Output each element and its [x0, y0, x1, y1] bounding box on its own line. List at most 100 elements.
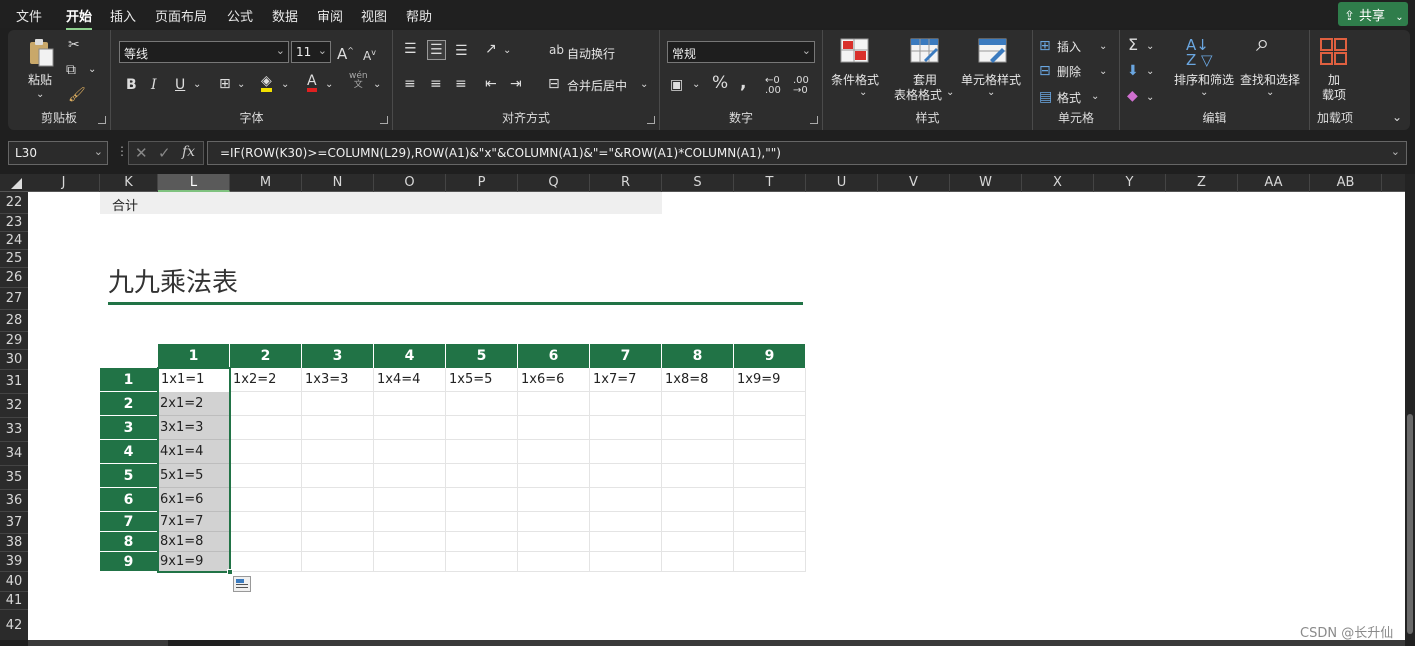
align-middle-icon[interactable]: ☰: [427, 40, 446, 60]
chevron-down-icon[interactable]: ⌄: [325, 78, 333, 92]
worksheet[interactable]: 合计 九九乘法表 1 2 3 4 5 6 7 8 9 1 2 3 4 5 6 7 8 9 2x1=2 3x1=3 4x1=4…: [28, 192, 1405, 642]
number-format-select[interactable]: 常规 ⌄: [667, 41, 815, 63]
fill-icon[interactable]: ⬇: [1127, 64, 1139, 78]
menu-page-layout[interactable]: 页面布局: [155, 6, 207, 25]
sheet-tab-area[interactable]: [28, 640, 168, 646]
column-header[interactable]: J: [28, 174, 100, 192]
chevron-down-icon[interactable]: ⌄: [1099, 65, 1107, 79]
wrap-text-button[interactable]: 自动换行: [567, 45, 615, 62]
column-header[interactable]: K: [100, 174, 158, 192]
clear-icon[interactable]: ◆: [1127, 89, 1138, 103]
row-header[interactable]: 27: [0, 288, 28, 310]
column-header[interactable]: P: [446, 174, 518, 192]
underline-icon[interactable]: U: [175, 78, 185, 92]
cancel-icon[interactable]: ✕: [135, 144, 148, 162]
chevron-down-icon[interactable]: ⌄: [373, 78, 381, 92]
align-left-icon[interactable]: ≡: [404, 77, 416, 91]
merge-center-button[interactable]: 合并后居中: [567, 77, 627, 94]
column-header[interactable]: L: [158, 174, 230, 192]
cell-styles-icon[interactable]: [978, 38, 1008, 66]
column-header[interactable]: N: [302, 174, 374, 192]
column-header[interactable]: R: [590, 174, 662, 192]
row-header[interactable]: 28: [0, 310, 28, 332]
column-header[interactable]: M: [230, 174, 302, 192]
orientation-icon[interactable]: ↗: [485, 42, 497, 56]
row-header[interactable]: 37: [0, 512, 28, 534]
format-as-table-icon[interactable]: [910, 38, 940, 66]
wrap-text-icon[interactable]: ab: [549, 43, 564, 57]
increase-font-icon[interactable]: A^: [337, 44, 354, 62]
align-top-icon[interactable]: ☰: [404, 42, 417, 56]
menu-formulas[interactable]: 公式: [227, 6, 253, 25]
dialog-launcher-icon[interactable]: [98, 116, 106, 124]
increase-decimal-icon[interactable]: ←0.00: [765, 76, 781, 96]
chevron-down-icon[interactable]: ⌄: [193, 78, 201, 92]
column-header[interactable]: U: [806, 174, 878, 192]
chevron-down-icon[interactable]: ⌄: [88, 63, 96, 77]
menu-help[interactable]: 帮助: [406, 6, 432, 25]
comma-style-icon[interactable]: ,: [740, 75, 746, 92]
font-name-select[interactable]: 等线 ⌄: [119, 41, 289, 63]
scroll-thumb[interactable]: [1407, 414, 1413, 634]
paste-button[interactable]: 粘贴: [28, 71, 52, 88]
row-header[interactable]: 36: [0, 490, 28, 512]
select-all-corner[interactable]: [0, 174, 28, 192]
row-header[interactable]: 24: [0, 232, 28, 250]
decrease-font-icon[interactable]: Av: [363, 46, 376, 63]
chevron-down-icon[interactable]: ⌄: [987, 86, 995, 100]
column-header[interactable]: S: [662, 174, 734, 192]
row-header[interactable]: 30: [0, 350, 28, 370]
share-button[interactable]: ⇪ 共享 ⌄: [1338, 2, 1408, 26]
accounting-format-icon[interactable]: ▣: [670, 78, 683, 92]
increase-indent-icon[interactable]: ⇥: [510, 77, 522, 91]
row-header[interactable]: 41: [0, 592, 28, 610]
more-options-icon[interactable]: ⋮: [116, 144, 128, 158]
menu-data[interactable]: 数据: [272, 6, 298, 25]
scroll-thumb-horizontal[interactable]: [240, 640, 1405, 646]
name-box[interactable]: L30 ⌄: [8, 141, 108, 165]
chevron-down-icon[interactable]: ⌄: [640, 78, 648, 92]
menu-view[interactable]: 视图: [361, 6, 387, 25]
font-size-select[interactable]: 11 ⌄: [291, 41, 331, 63]
column-header[interactable]: O: [374, 174, 446, 192]
sort-filter-icon[interactable]: A↓ Z ▽: [1186, 38, 1213, 68]
decrease-indent-icon[interactable]: ⇤: [485, 77, 497, 91]
align-bottom-icon[interactable]: ☰: [455, 44, 468, 58]
vertical-scrollbar[interactable]: [1405, 174, 1415, 642]
column-header[interactable]: T: [734, 174, 806, 192]
row-header[interactable]: 32: [0, 394, 28, 418]
paste-icon[interactable]: [26, 38, 56, 67]
column-header[interactable]: AA: [1238, 174, 1310, 192]
chevron-down-icon[interactable]: ⌄: [281, 78, 289, 92]
row-header[interactable]: 39: [0, 552, 28, 572]
menu-review[interactable]: 审阅: [317, 6, 343, 25]
conditional-formatting-icon[interactable]: [840, 38, 870, 66]
chevron-down-icon[interactable]: ⌄: [1200, 86, 1208, 100]
copy-icon[interactable]: ⧉: [66, 63, 76, 77]
insert-function-icon[interactable]: fx: [182, 144, 195, 160]
chevron-down-icon[interactable]: ⌄: [503, 44, 511, 58]
chevron-down-icon[interactable]: ⌄: [859, 86, 867, 100]
column-header[interactable]: Z: [1166, 174, 1238, 192]
row-header[interactable]: 42: [0, 610, 28, 642]
insert-cells-button[interactable]: 插入: [1057, 38, 1081, 55]
row-header[interactable]: 25: [0, 250, 28, 268]
bold-icon[interactable]: B: [126, 78, 137, 92]
dialog-launcher-icon[interactable]: [380, 116, 388, 124]
chevron-down-icon[interactable]: ⌄: [36, 88, 44, 102]
chevron-down-icon[interactable]: ⌄: [237, 78, 245, 92]
row-header[interactable]: 26: [0, 268, 28, 288]
column-header[interactable]: Y: [1094, 174, 1166, 192]
format-cells-button[interactable]: 格式: [1057, 89, 1081, 106]
column-header[interactable]: X: [1022, 174, 1094, 192]
row-header[interactable]: 31: [0, 370, 28, 394]
column-header[interactable]: AB: [1310, 174, 1382, 192]
dialog-launcher-icon[interactable]: [810, 116, 818, 124]
chevron-down-icon[interactable]: ⌄: [1146, 91, 1154, 105]
border-icon[interactable]: ⊞: [219, 77, 231, 91]
addins-button[interactable]: 载项: [1322, 86, 1346, 103]
decrease-decimal-icon[interactable]: .00 →0: [793, 76, 809, 96]
font-color-icon[interactable]: A: [307, 74, 317, 92]
row-header[interactable]: 29: [0, 332, 28, 350]
phonetic-guide-icon[interactable]: wén 文: [349, 72, 368, 90]
